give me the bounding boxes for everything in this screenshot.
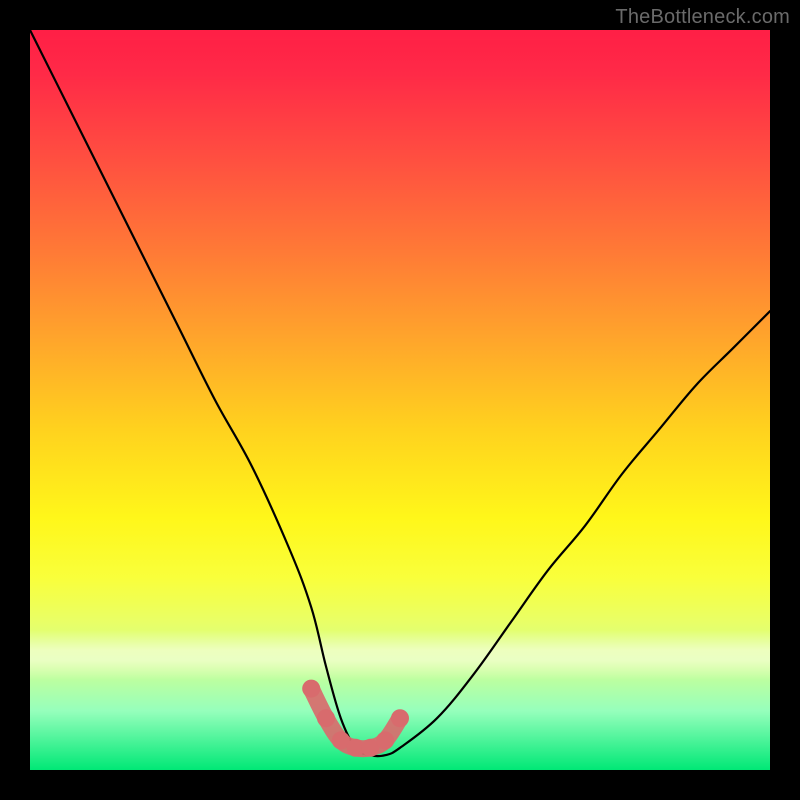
bottleneck-curve-line bbox=[30, 30, 770, 756]
highlight-dot bbox=[391, 709, 409, 727]
watermark-text: TheBottleneck.com bbox=[615, 6, 790, 29]
optimal-range-dots bbox=[302, 680, 409, 757]
highlight-dot bbox=[376, 731, 394, 749]
curve-layer bbox=[30, 30, 770, 770]
plot-area bbox=[30, 30, 770, 770]
chart-stage: TheBottleneck.com bbox=[0, 0, 800, 800]
highlight-dot bbox=[317, 709, 335, 727]
highlight-dot bbox=[302, 680, 320, 698]
